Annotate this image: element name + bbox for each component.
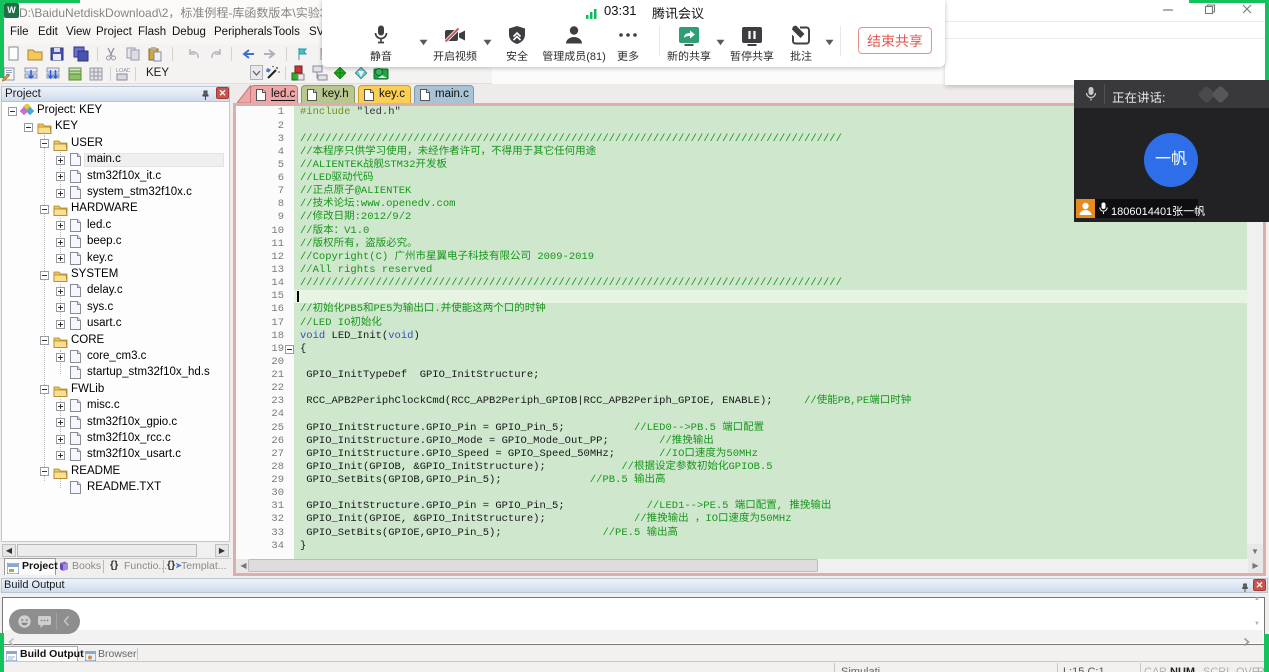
svg-text:LOAD: LOAD <box>116 68 130 74</box>
